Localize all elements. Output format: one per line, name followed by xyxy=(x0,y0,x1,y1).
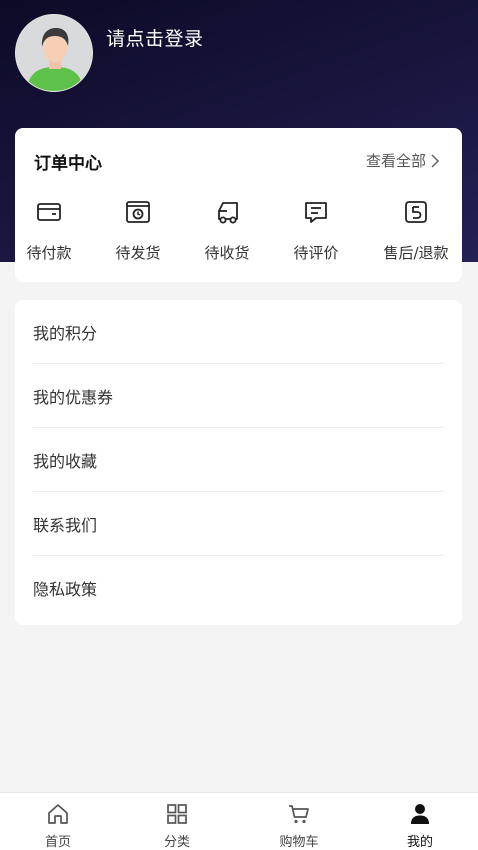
comment-icon xyxy=(305,202,327,223)
order-status-after-sales[interactable]: 售后/退款 xyxy=(376,198,456,263)
avatar-placeholder-icon xyxy=(16,15,92,91)
order-status-row: 待付款 待发货 待收货 待评价 售后/退款 xyxy=(15,198,462,268)
menu-item-points[interactable]: 我的积分 xyxy=(33,300,444,364)
menu-item-label: 我的积分 xyxy=(33,323,98,343)
refund-icon xyxy=(405,201,427,223)
order-status-label: 待评价 xyxy=(293,244,339,262)
menu-item-label: 联系我们 xyxy=(33,515,98,535)
menu-item-label: 我的优惠券 xyxy=(33,387,114,407)
menu-item-label: 隐私政策 xyxy=(33,580,98,599)
wallet-icon xyxy=(37,203,61,221)
view-all-label: 查看全部 xyxy=(365,152,426,170)
order-status-label: 待付款 xyxy=(26,244,72,262)
tab-label: 购物车 xyxy=(279,835,319,850)
tab-cart[interactable]: 购物车 xyxy=(239,793,359,850)
tab-label: 分类 xyxy=(163,835,190,850)
menu-item-label: 我的收藏 xyxy=(33,451,98,471)
order-status-pending-payment[interactable]: 待付款 xyxy=(9,198,89,263)
order-status-label: 待收货 xyxy=(204,244,250,262)
menu-item-contact[interactable]: 联系我们 xyxy=(33,492,444,556)
view-all-orders-link[interactable]: 查看全部 xyxy=(366,150,440,171)
tab-category[interactable]: 分类 xyxy=(117,793,237,850)
box-icon xyxy=(126,201,150,223)
home-icon xyxy=(48,804,68,824)
grid-icon xyxy=(167,804,187,824)
avatar[interactable] xyxy=(15,14,93,92)
cart-icon xyxy=(289,805,309,824)
order-status-pending-receipt[interactable]: 待收货 xyxy=(187,198,267,263)
tab-home[interactable]: 首页 xyxy=(0,793,118,850)
chevron-right-icon xyxy=(431,153,440,168)
tab-label: 我的 xyxy=(406,835,433,850)
order-status-pending-review[interactable]: 待评价 xyxy=(276,198,356,263)
user-icon xyxy=(411,804,429,824)
tab-label: 首页 xyxy=(44,835,71,850)
order-center-title: 订单中心 xyxy=(34,154,102,174)
order-status-label: 待发货 xyxy=(115,244,161,262)
bottom-tab-bar: 首页 分类 购物车 我的 xyxy=(0,792,478,850)
order-status-pending-shipment[interactable]: 待发货 xyxy=(98,198,178,263)
order-center-card: 订单中心 查看全部 待付款 待发货 待收货 待评价 售后/退款 xyxy=(15,128,462,282)
order-status-label: 售后/退款 xyxy=(383,244,449,262)
menu-list: 我的积分 我的优惠券 我的收藏 联系我们 隐私政策 xyxy=(15,300,462,625)
menu-item-coupons[interactable]: 我的优惠券 xyxy=(33,364,444,428)
login-prompt[interactable]: 请点击登录 xyxy=(106,24,204,51)
truck-icon xyxy=(218,202,238,224)
menu-item-favorites[interactable]: 我的收藏 xyxy=(33,428,444,492)
tab-mine[interactable]: 我的 xyxy=(360,793,478,850)
menu-item-privacy[interactable]: 隐私政策 xyxy=(33,556,444,620)
